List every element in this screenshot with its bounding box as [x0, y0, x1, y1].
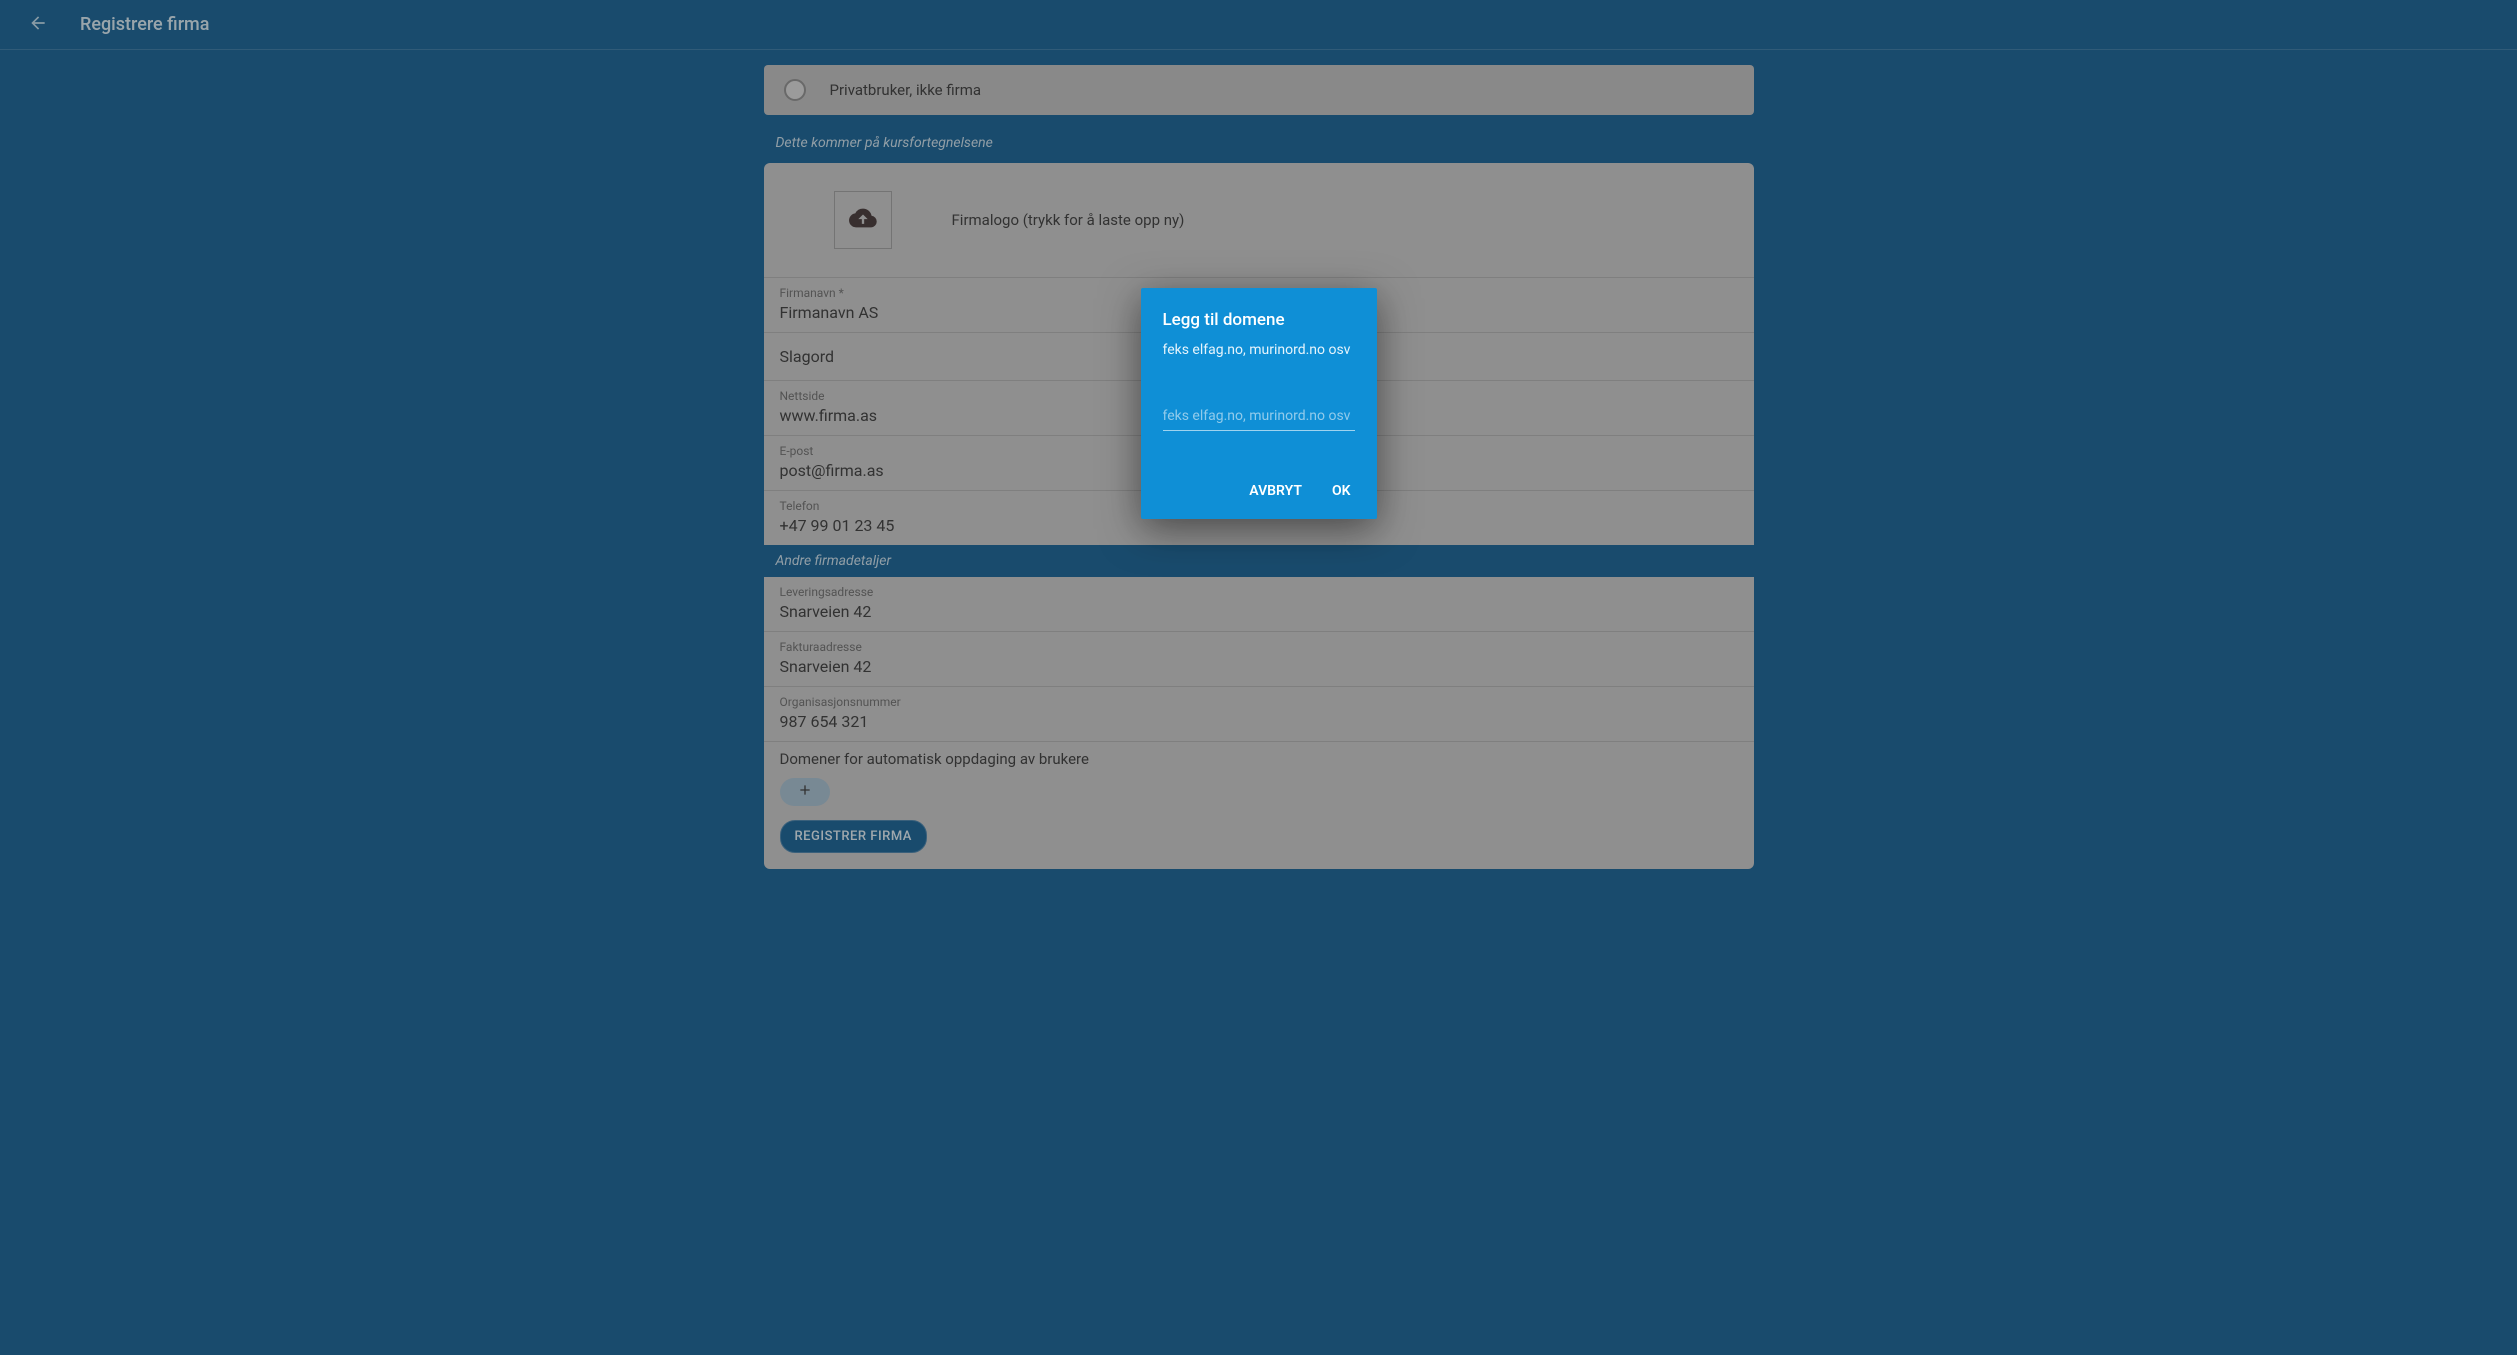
domain-input[interactable]: [1163, 402, 1355, 431]
modal-overlay: Legg til domene feks elfag.no, murinord.…: [0, 0, 2517, 1355]
add-domain-dialog: Legg til domene feks elfag.no, murinord.…: [1141, 288, 1377, 519]
dialog-title: Legg til domene: [1163, 310, 1355, 330]
dialog-actions: AVBRYT OK: [1163, 477, 1355, 505]
ok-button[interactable]: OK: [1328, 477, 1355, 505]
dialog-subtitle: feks elfag.no, murinord.no osv: [1163, 342, 1355, 358]
cancel-button[interactable]: AVBRYT: [1245, 477, 1306, 505]
